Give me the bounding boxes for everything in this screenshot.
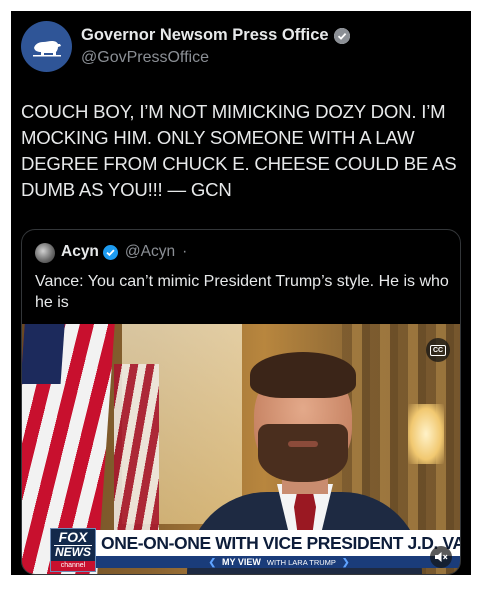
- chyron-strap: ❮ MY VIEW WITH LARA TRUMP ❯: [96, 556, 460, 568]
- captions-icon: CC: [429, 344, 447, 356]
- captions-button[interactable]: CC: [426, 338, 450, 362]
- person-mouth: [288, 441, 318, 447]
- logo-top: FOX: [58, 529, 88, 545]
- author-avatar[interactable]: [21, 21, 72, 72]
- news-lower-third: FOX NEWS channel ONE-ON-ONE WITH VICE PR…: [22, 526, 460, 572]
- california-bear-icon: [32, 40, 61, 56]
- second-flag: [114, 364, 159, 534]
- quoted-author-name: Acyn: [61, 243, 99, 260]
- handle-separator: ·: [182, 243, 188, 260]
- quoted-author-handle: @Acyn: [124, 243, 176, 260]
- speaker-muted-icon: [435, 552, 448, 562]
- author-name[interactable]: Governor Newsom Press Office: [81, 26, 350, 45]
- fox-news-logo: FOX NEWS channel: [50, 528, 96, 572]
- strap-show: MY VIEW: [222, 557, 261, 567]
- strap-left-arrow-icon: ❮: [208, 556, 217, 567]
- author-handle[interactable]: @GovPressOffice: [81, 49, 209, 67]
- person-hair: [250, 352, 356, 398]
- quoted-author-avatar[interactable]: [35, 243, 55, 263]
- background-lamp: [408, 404, 444, 464]
- chyron-headline: ONE-ON-ONE WITH VICE PRESIDENT J.D. VANC…: [96, 530, 460, 556]
- quoted-verified-badge-icon: [102, 244, 118, 260]
- quoted-author-line[interactable]: Acyn @Acyn ·: [61, 243, 187, 261]
- author-name-text: Governor Newsom Press Office: [81, 26, 329, 44]
- strap-right-arrow-icon: ❯: [341, 556, 350, 567]
- post-card[interactable]: Governor Newsom Press Office @GovPressOf…: [11, 11, 471, 575]
- logo-mid: NEWS: [54, 545, 92, 559]
- strap-host: WITH LARA TRUMP: [266, 557, 336, 567]
- verified-badge-icon: [333, 27, 350, 44]
- quoted-post-text: Vance: You can’t mimic President Trump’s…: [35, 273, 449, 311]
- post-text: COUCH BOY, I’M NOT MIMICKING DOZY DON. I…: [21, 101, 457, 200]
- quoted-post[interactable]: Acyn @Acyn · Vance: You can’t mimic Pres…: [21, 229, 461, 575]
- logo-bottom: channel: [51, 561, 95, 571]
- video-player[interactable]: CC FOX NEWS channel ONE-ON-ONE WITH VICE…: [22, 324, 460, 574]
- person-beard: [258, 424, 348, 482]
- mute-button[interactable]: [430, 546, 452, 568]
